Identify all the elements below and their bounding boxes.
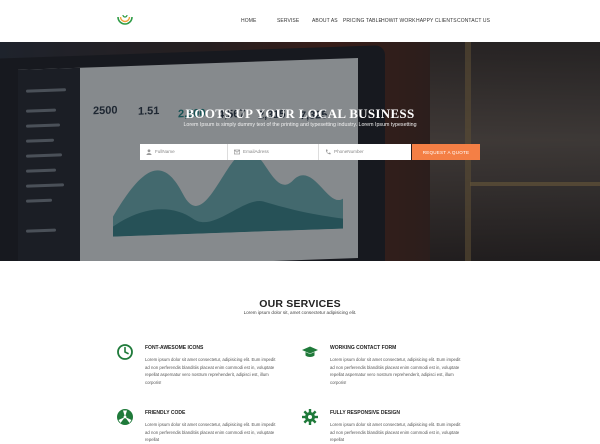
hero-title: BOOTS UP YOUR LOCAL BUSINESS — [185, 106, 415, 121]
fan-icon — [117, 409, 133, 425]
fullname-field[interactable]: FullName — [140, 144, 228, 160]
phone-icon — [325, 149, 331, 155]
services-title: OUR SERVICES — [259, 298, 341, 310]
logo-icon[interactable] — [115, 9, 135, 29]
hero-subtitle: Lorem Ipsum is simply dummy text of the … — [183, 122, 417, 128]
clock-icon — [117, 344, 133, 360]
user-icon — [146, 149, 152, 155]
service-description: Lorem ipsum dolor sit amet consectetur, … — [145, 357, 276, 385]
hero-section: 2500 1.51 2,500 4,567 2,315 7,325 BOOTS … — [0, 42, 600, 261]
nav-pricing[interactable]: PRICING TABLE — [343, 18, 382, 24]
phone-placeholder: PhoneNumber — [334, 149, 364, 154]
service-name: FRIENDLY CODE — [145, 410, 186, 416]
nav-home[interactable]: HOME — [241, 18, 256, 24]
top-navbar: HOME SERVISE ABOUT AS PRICING TABLE HOWI… — [0, 0, 600, 42]
service-name: WORKING CONTACT FORM — [330, 345, 397, 351]
nav-happy-clients[interactable]: HAPPY CLIENTS — [416, 18, 457, 24]
envelope-icon — [234, 149, 240, 155]
nav-contact[interactable]: CONTACT US — [457, 18, 490, 24]
graduation-cap-icon — [302, 346, 318, 357]
service-name: FONT-AWESOME ICONS — [145, 345, 204, 351]
service-description: Lorem ipsum dolor sit amet consectetur, … — [145, 422, 276, 443]
fullname-placeholder: FullName — [155, 149, 175, 154]
services-subtitle: Lorem ipsum dolor sit, amet consectetur … — [243, 310, 357, 315]
phone-field[interactable]: PhoneNumber — [319, 144, 411, 160]
gear-icon — [302, 409, 318, 425]
email-field[interactable]: EmailAdress — [228, 144, 319, 160]
service-name: FULLY RESPONSIVE DESIGN — [330, 410, 401, 416]
request-quote-button[interactable]: REQUEST A QUOTE — [412, 144, 480, 160]
nav-about[interactable]: ABOUT AS — [312, 18, 338, 24]
service-description: Lorem ipsum dolor sit amet consectetur, … — [330, 422, 461, 443]
service-description: Lorem ipsum dolor sit amet consectetur, … — [330, 357, 461, 385]
nav-servise[interactable]: SERVISE — [277, 18, 299, 24]
nav-how-it-work[interactable]: HOWIT WORK — [381, 18, 416, 24]
email-placeholder: EmailAdress — [243, 149, 269, 154]
